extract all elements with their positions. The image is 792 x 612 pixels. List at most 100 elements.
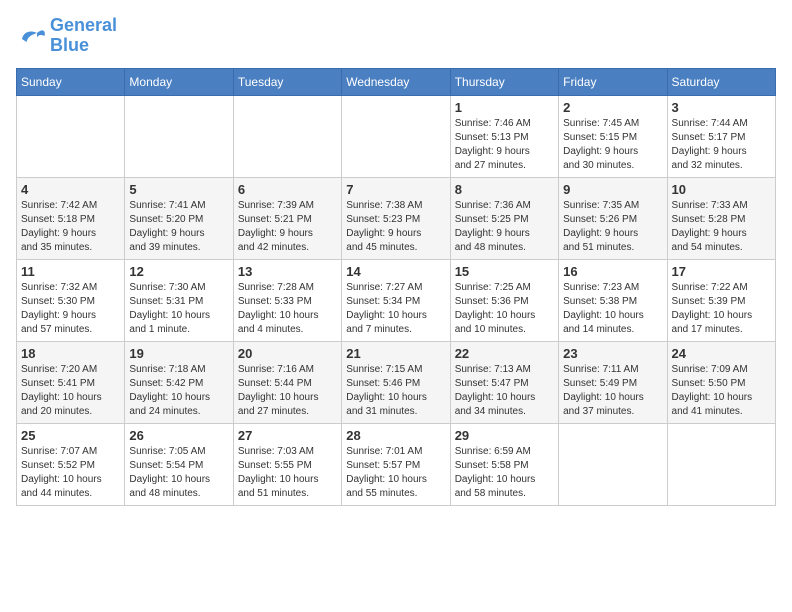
calendar-cell <box>667 423 775 505</box>
logo-text: General Blue <box>50 16 117 56</box>
day-number: 13 <box>238 264 337 279</box>
day-info: Sunrise: 7:01 AM Sunset: 5:57 PM Dayligh… <box>346 445 445 501</box>
day-info: Sunrise: 7:27 AM Sunset: 5:34 PM Dayligh… <box>346 281 445 337</box>
weekday-header: Monday <box>125 68 233 95</box>
calendar-week-row: 11Sunrise: 7:32 AM Sunset: 5:30 PM Dayli… <box>17 259 776 341</box>
day-number: 23 <box>563 346 662 361</box>
weekday-header: Tuesday <box>233 68 341 95</box>
calendar-cell: 8 Sunrise: 7:36 AM Sunset: 5:25 PM Daylig… <box>450 177 558 259</box>
weekday-header: Saturday <box>667 68 775 95</box>
calendar-cell: 10 Sunrise: 7:33 AM Sunset: 5:28 PM Dayli… <box>667 177 775 259</box>
page-header: General Blue <box>16 16 776 56</box>
calendar-cell <box>233 95 341 177</box>
calendar-cell: 7 Sunrise: 7:38 AM Sunset: 5:23 PM Daylig… <box>342 177 450 259</box>
day-number: 1 <box>455 100 554 115</box>
day-info: Sunrise: 7:15 AM Sunset: 5:46 PM Dayligh… <box>346 363 445 419</box>
day-info: Sunrise: 7:22 AM Sunset: 5:39 PM Dayligh… <box>672 281 771 337</box>
day-info: Sunrise: 7:03 AM Sunset: 5:55 PM Dayligh… <box>238 445 337 501</box>
calendar-week-row: 18 Sunrise: 7:20 AM Sunset: 5:41 PM Dayli… <box>17 341 776 423</box>
weekday-header: Thursday <box>450 68 558 95</box>
day-info: Sunrise: 7:25 AM Sunset: 5:36 PM Dayligh… <box>455 281 554 337</box>
calendar-cell: 17 Sunrise: 7:22 AM Sunset: 5:39 PM Dayli… <box>667 259 775 341</box>
calendar-cell: 12 Sunrise: 7:30 AM Sunset: 5:31 PM Dayli… <box>125 259 233 341</box>
day-info: Sunrise: 7:42 AM Sunset: 5:18 PM Dayligh… <box>21 199 120 255</box>
day-info: Sunrise: 7:36 AM Sunset: 5:25 PM Dayligh… <box>455 199 554 255</box>
day-info: Sunrise: 7:16 AM Sunset: 5:44 PM Dayligh… <box>238 363 337 419</box>
calendar-cell: 21 Sunrise: 7:15 AM Sunset: 5:46 PM Dayli… <box>342 341 450 423</box>
day-number: 2 <box>563 100 662 115</box>
calendar-cell: 28Sunrise: 7:01 AM Sunset: 5:57 PM Dayli… <box>342 423 450 505</box>
day-number: 8 <box>455 182 554 197</box>
day-number: 4 <box>21 182 120 197</box>
day-info: Sunrise: 7:30 AM Sunset: 5:31 PM Dayligh… <box>129 281 228 337</box>
day-info: Sunrise: 7:23 AM Sunset: 5:38 PM Dayligh… <box>563 281 662 337</box>
day-info: Sunrise: 7:07 AM Sunset: 5:52 PM Dayligh… <box>21 445 120 501</box>
calendar-cell: 24Sunrise: 7:09 AM Sunset: 5:50 PM Dayli… <box>667 341 775 423</box>
logo: General Blue <box>16 16 117 56</box>
calendar-cell: 18 Sunrise: 7:20 AM Sunset: 5:41 PM Dayli… <box>17 341 125 423</box>
day-info: Sunrise: 7:45 AM Sunset: 5:15 PM Dayligh… <box>563 117 662 173</box>
day-info: Sunrise: 7:11 AM Sunset: 5:49 PM Dayligh… <box>563 363 662 419</box>
day-number: 20 <box>238 346 337 361</box>
day-number: 17 <box>672 264 771 279</box>
calendar-cell: 2 Sunrise: 7:45 AM Sunset: 5:15 PM Daylig… <box>559 95 667 177</box>
day-number: 15 <box>455 264 554 279</box>
day-number: 19 <box>129 346 228 361</box>
day-number: 3 <box>672 100 771 115</box>
day-info: Sunrise: 7:28 AM Sunset: 5:33 PM Dayligh… <box>238 281 337 337</box>
calendar-cell: 23 Sunrise: 7:11 AM Sunset: 5:49 PM Dayli… <box>559 341 667 423</box>
calendar-cell: 9 Sunrise: 7:35 AM Sunset: 5:26 PM Daylig… <box>559 177 667 259</box>
day-number: 6 <box>238 182 337 197</box>
calendar-cell <box>17 95 125 177</box>
calendar-table: SundayMondayTuesdayWednesdayThursdayFrid… <box>16 68 776 506</box>
calendar-cell: 22 Sunrise: 7:13 AM Sunset: 5:47 PM Dayli… <box>450 341 558 423</box>
day-info: Sunrise: 7:20 AM Sunset: 5:41 PM Dayligh… <box>21 363 120 419</box>
day-number: 7 <box>346 182 445 197</box>
calendar-cell: 6 Sunrise: 7:39 AM Sunset: 5:21 PM Daylig… <box>233 177 341 259</box>
day-number: 11 <box>21 264 120 279</box>
day-number: 21 <box>346 346 445 361</box>
calendar-cell <box>342 95 450 177</box>
calendar-cell: 27 Sunrise: 7:03 AM Sunset: 5:55 PM Dayli… <box>233 423 341 505</box>
day-info: Sunrise: 7:18 AM Sunset: 5:42 PM Dayligh… <box>129 363 228 419</box>
day-number: 27 <box>238 428 337 443</box>
day-info: Sunrise: 7:44 AM Sunset: 5:17 PM Dayligh… <box>672 117 771 173</box>
day-info: Sunrise: 7:38 AM Sunset: 5:23 PM Dayligh… <box>346 199 445 255</box>
calendar-cell: 3 Sunrise: 7:44 AM Sunset: 5:17 PM Daylig… <box>667 95 775 177</box>
day-number: 25 <box>21 428 120 443</box>
day-number: 5 <box>129 182 228 197</box>
calendar-cell: 5 Sunrise: 7:41 AM Sunset: 5:20 PM Daylig… <box>125 177 233 259</box>
calendar-cell: 15 Sunrise: 7:25 AM Sunset: 5:36 PM Dayli… <box>450 259 558 341</box>
calendar-cell <box>125 95 233 177</box>
calendar-cell: 4 Sunrise: 7:42 AM Sunset: 5:18 PM Daylig… <box>17 177 125 259</box>
calendar-cell: 14 Sunrise: 7:27 AM Sunset: 5:34 PM Dayli… <box>342 259 450 341</box>
day-info: Sunrise: 7:41 AM Sunset: 5:20 PM Dayligh… <box>129 199 228 255</box>
calendar-cell: 20 Sunrise: 7:16 AM Sunset: 5:44 PM Dayli… <box>233 341 341 423</box>
day-info: Sunrise: 7:13 AM Sunset: 5:47 PM Dayligh… <box>455 363 554 419</box>
day-number: 9 <box>563 182 662 197</box>
day-info: Sunrise: 7:46 AM Sunset: 5:13 PM Dayligh… <box>455 117 554 173</box>
calendar-cell: 25 Sunrise: 7:07 AM Sunset: 5:52 PM Dayli… <box>17 423 125 505</box>
day-number: 10 <box>672 182 771 197</box>
day-info: Sunrise: 7:33 AM Sunset: 5:28 PM Dayligh… <box>672 199 771 255</box>
day-info: Sunrise: 7:39 AM Sunset: 5:21 PM Dayligh… <box>238 199 337 255</box>
calendar-week-row: 4 Sunrise: 7:42 AM Sunset: 5:18 PM Daylig… <box>17 177 776 259</box>
day-number: 16 <box>563 264 662 279</box>
calendar-cell: 13 Sunrise: 7:28 AM Sunset: 5:33 PM Dayli… <box>233 259 341 341</box>
calendar-cell: 1 Sunrise: 7:46 AM Sunset: 5:13 PM Daylig… <box>450 95 558 177</box>
calendar-cell: 11Sunrise: 7:32 AM Sunset: 5:30 PM Dayli… <box>17 259 125 341</box>
calendar-cell <box>559 423 667 505</box>
day-info: Sunrise: 7:35 AM Sunset: 5:26 PM Dayligh… <box>563 199 662 255</box>
day-info: Sunrise: 7:05 AM Sunset: 5:54 PM Dayligh… <box>129 445 228 501</box>
day-number: 22 <box>455 346 554 361</box>
day-number: 14 <box>346 264 445 279</box>
day-number: 29 <box>455 428 554 443</box>
day-info: Sunrise: 6:59 AM Sunset: 5:58 PM Dayligh… <box>455 445 554 501</box>
day-number: 12 <box>129 264 228 279</box>
weekday-header: Wednesday <box>342 68 450 95</box>
day-number: 26 <box>129 428 228 443</box>
calendar-week-row: 25 Sunrise: 7:07 AM Sunset: 5:52 PM Dayli… <box>17 423 776 505</box>
calendar-cell: 16 Sunrise: 7:23 AM Sunset: 5:38 PM Dayli… <box>559 259 667 341</box>
weekday-header: Sunday <box>17 68 125 95</box>
day-number: 18 <box>21 346 120 361</box>
